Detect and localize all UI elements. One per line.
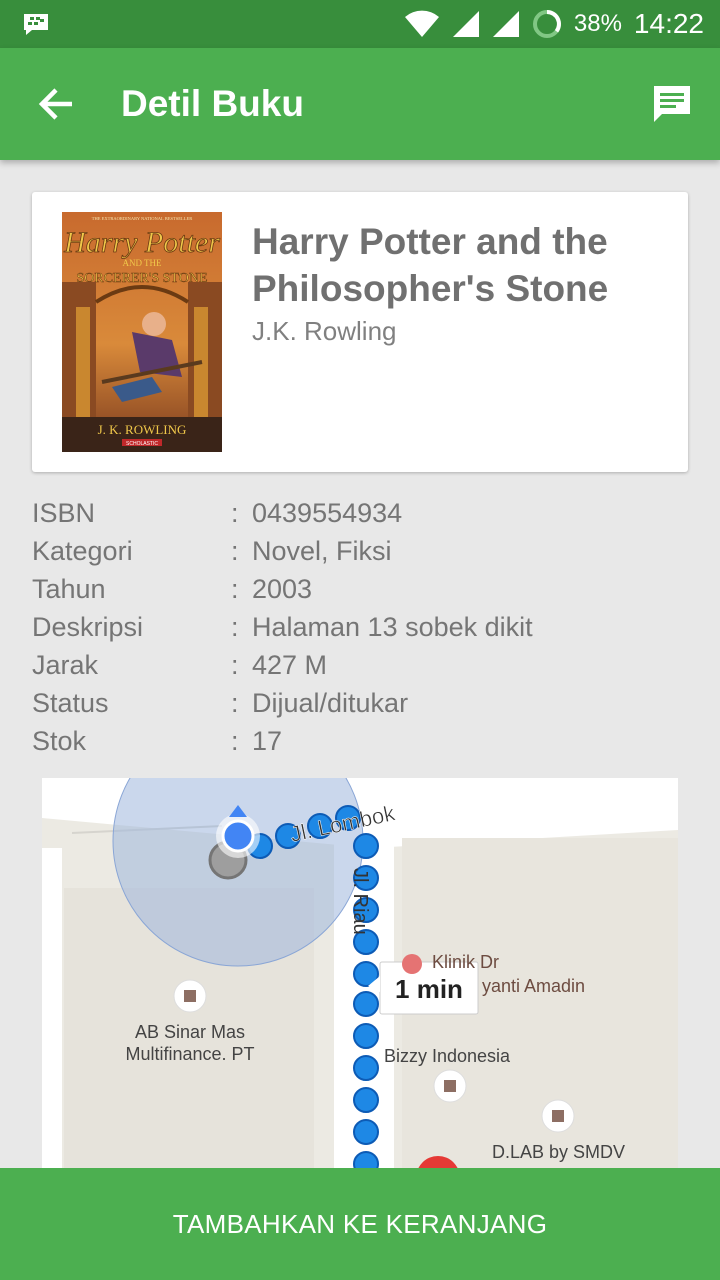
detail-label: Deskripsi: [32, 612, 144, 642]
eta-label: 1 min: [395, 974, 463, 1004]
detail-separator: :: [231, 612, 239, 642]
detail-value: 0439554934: [252, 498, 403, 528]
detail-separator: :: [231, 726, 239, 756]
poi-klinik-line2: yanti Amadin: [482, 976, 585, 996]
page-title: Detil Buku: [121, 83, 304, 124]
poi-klinik-line1: Klinik Dr: [432, 952, 499, 972]
detail-value: 427 M: [252, 650, 328, 680]
detail-row-stok: Stok : 17: [32, 722, 688, 760]
detail-value: 17: [252, 726, 283, 756]
book-author: J.K. Rowling: [252, 316, 397, 346]
cover-title: Harry Potter: [63, 226, 220, 259]
signal-icon: [492, 11, 519, 37]
detail-label: Stok: [32, 726, 87, 756]
wifi-icon: [404, 10, 439, 37]
poi-ab-line2: Multifinance. PT: [125, 1044, 254, 1064]
cover-publisher: SCHOLASTIC: [126, 441, 158, 447]
battery-percent: 38%: [573, 10, 622, 37]
location-map[interactable]: Jl. Lombok Jl. Riau 1 min AB Sinar Mas M…: [42, 778, 678, 1168]
detail-value: Halaman 13 sobek dikit: [252, 612, 533, 642]
detail-value: Dijual/ditukar: [252, 688, 409, 718]
detail-label: Status: [32, 688, 109, 718]
bbm-icon: [24, 14, 48, 35]
detail-row-kategori: Kategori : Novel, Fiksi: [32, 532, 688, 570]
add-to-cart-button[interactable]: TAMBAHKAN KE KERANJANG: [0, 1168, 720, 1280]
detail-row-status: Status : Dijual/ditukar: [32, 684, 688, 722]
clock: 14:22: [633, 8, 704, 39]
detail-row-tahun: Tahun : 2003: [32, 570, 688, 608]
detail-separator: :: [231, 650, 239, 680]
detail-label: ISBN: [32, 498, 96, 528]
signal-icon: [452, 11, 479, 37]
cover-subtitle: AND THE: [122, 258, 162, 268]
app-bar: Detil Buku: [0, 48, 720, 160]
detail-label: Kategori: [32, 536, 133, 566]
detail-row-jarak: Jarak : 427 M: [32, 646, 688, 684]
cover-subtitle: SORCERER'S STONE: [76, 271, 207, 286]
detail-value: 2003: [252, 574, 313, 604]
detail-separator: :: [231, 688, 239, 718]
cover-top-line: THE EXTRAORDINARY NATIONAL BESTSELLER: [92, 216, 193, 221]
book-details: ISBN : 0439554934 Kategori : Novel, Fiks…: [32, 494, 688, 760]
detail-separator: :: [231, 498, 239, 528]
detail-label: Tahun: [32, 574, 106, 604]
detail-value: Novel, Fiksi: [252, 536, 392, 566]
poi-dlab: D.LAB by SMDV: [492, 1142, 625, 1162]
street-label-riau: Jl. Riau: [349, 868, 371, 935]
book-cover: THE EXTRAORDINARY NATIONAL BESTSELLER Ha…: [62, 212, 222, 452]
cover-author: J. K. ROWLING: [98, 422, 187, 437]
book-card: THE EXTRAORDINARY NATIONAL BESTSELLER Ha…: [32, 192, 688, 472]
poi-ab-line1: AB Sinar Mas: [135, 1022, 245, 1042]
status-bar: 38% 14:22: [0, 0, 720, 48]
battery-icon: [532, 10, 561, 38]
chat-icon[interactable]: [650, 82, 694, 126]
detail-separator: :: [231, 574, 239, 604]
poi-bizzy: Bizzy Indonesia: [384, 1046, 511, 1066]
back-arrow-icon[interactable]: [34, 82, 78, 126]
book-title: Harry Potter and the Philosopher's Stone: [252, 221, 609, 309]
detail-separator: :: [231, 536, 239, 566]
detail-label: Jarak: [32, 650, 99, 680]
detail-row-isbn: ISBN : 0439554934: [32, 494, 688, 532]
detail-row-deskripsi: Deskripsi : Halaman 13 sobek dikit: [32, 608, 688, 646]
